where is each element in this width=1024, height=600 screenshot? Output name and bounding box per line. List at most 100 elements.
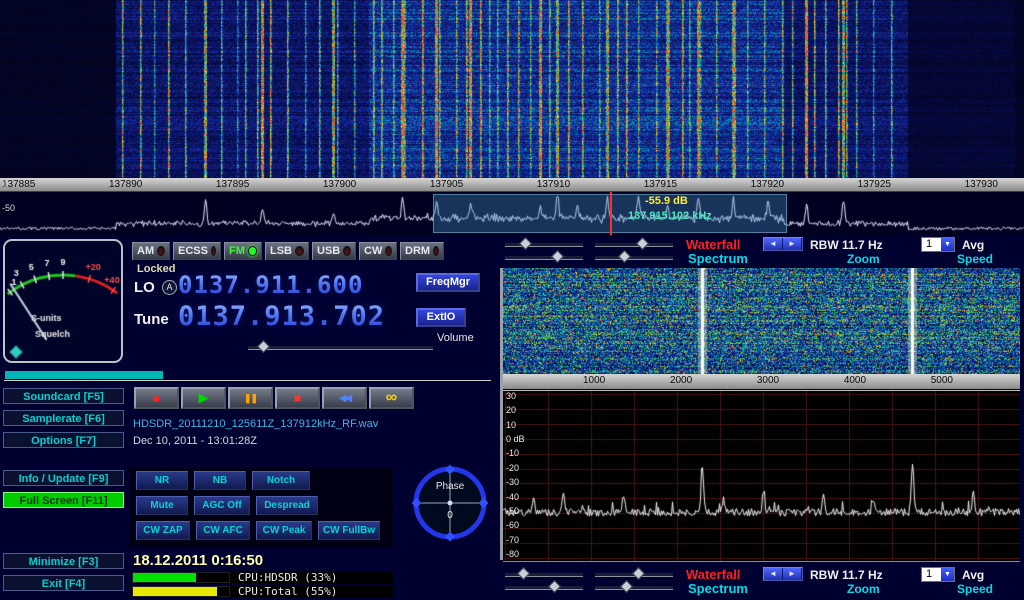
- phase-value: 0: [410, 510, 490, 521]
- brightness-slider[interactable]: [505, 243, 583, 247]
- avg-label: Avg: [962, 568, 984, 582]
- mute-button[interactable]: Mute: [136, 496, 188, 515]
- slider-thumb[interactable]: [636, 237, 649, 250]
- freq-tick: 137910: [537, 179, 570, 191]
- cw-fullbw-button[interactable]: CW FullBw: [318, 521, 380, 540]
- rewind-icon: ◀◀: [339, 393, 350, 404]
- pan-buttons: ◄ ►: [763, 567, 803, 581]
- menu-soundcard[interactable]: Soundcard [F5]: [3, 388, 124, 404]
- freq-tick: 137905: [430, 179, 463, 191]
- phase-dial[interactable]: Phase 0: [410, 463, 490, 547]
- stop-icon: ■: [294, 391, 301, 405]
- min-level-slider[interactable]: [505, 586, 583, 590]
- pause-button[interactable]: ❚❚: [228, 387, 273, 409]
- cw-afc-button[interactable]: CW AFC: [196, 521, 250, 540]
- playback-file-date: Dec 10, 2011 - 13:01:28Z: [133, 435, 257, 447]
- audio-waterfall-display[interactable]: [503, 268, 1020, 374]
- menu-minimize[interactable]: Minimize [F3]: [3, 553, 124, 569]
- scale-tick: 1000: [583, 375, 605, 389]
- rbw-readout: RBW 11.7 Hz: [810, 238, 883, 252]
- pan-left-icon[interactable]: ◄: [764, 238, 783, 250]
- tab-spectrum[interactable]: Spectrum: [688, 251, 748, 266]
- mode-drm[interactable]: DRM: [400, 242, 444, 260]
- menu-fullscreen[interactable]: Full Screen [F11]: [3, 492, 124, 508]
- slider-thumb[interactable]: [551, 250, 564, 263]
- volume-slider-thumb[interactable]: [257, 340, 270, 353]
- audio-frequency-scale[interactable]: 1000 2000 3000 4000 5000: [503, 374, 1020, 389]
- level-bar-track: [4, 369, 491, 381]
- frequency-scale[interactable]: 137885 137890 137895 137900 137905 13791…: [0, 178, 1024, 192]
- lo-label: LO: [134, 279, 155, 296]
- mode-label: AM: [137, 245, 154, 257]
- notch-button[interactable]: Notch: [252, 471, 310, 490]
- slider-thumb[interactable]: [632, 567, 645, 580]
- despread-button[interactable]: Despread: [256, 496, 318, 515]
- freq-tick: 137890: [109, 179, 142, 191]
- tab-waterfall[interactable]: Waterfall: [686, 567, 740, 582]
- mode-am[interactable]: AM: [132, 242, 170, 260]
- mode-led-icon: [157, 246, 165, 256]
- mode-lsb[interactable]: LSB: [265, 242, 309, 260]
- contrast-slider[interactable]: [595, 573, 673, 577]
- mode-usb[interactable]: USB: [312, 242, 356, 260]
- mode-led-icon: [248, 246, 257, 256]
- contrast-slider[interactable]: [595, 243, 673, 247]
- main-waterfall-display[interactable]: [0, 0, 1024, 178]
- slider-thumb[interactable]: [548, 580, 561, 593]
- mode-label: LSB: [270, 245, 292, 257]
- tune-frequency-display[interactable]: 0137.913.702: [178, 301, 385, 332]
- loop-button[interactable]: ∞: [369, 387, 414, 409]
- extio-button[interactable]: ExtIO: [416, 308, 466, 327]
- dropdown-arrow-icon[interactable]: ▼: [941, 568, 954, 581]
- stop-button[interactable]: ■: [275, 387, 320, 409]
- agc-button[interactable]: AGC Off: [194, 496, 250, 515]
- lo-a-badge[interactable]: A: [162, 280, 177, 295]
- menu-options[interactable]: Options [F7]: [3, 432, 124, 448]
- slider-thumb[interactable]: [620, 580, 633, 593]
- audio-waterfall-canvas: [503, 268, 1020, 374]
- zoom-label: Zoom: [847, 252, 880, 266]
- rewind-button[interactable]: ◀◀: [322, 387, 367, 409]
- slider-thumb[interactable]: [519, 237, 532, 250]
- control-panel: Soundcard [F5] Samplerate [F6] Options […: [0, 235, 1024, 600]
- main-spectrum-display[interactable]: -55.9 dB 137.915.102 kHz: [0, 192, 1024, 235]
- mode-cw[interactable]: CW: [359, 242, 397, 260]
- audio-spectrum-display[interactable]: 30 20 10 0 dB -10 -20 -30 -40 -50 -60 -7…: [503, 390, 1020, 562]
- mode-fm[interactable]: FM: [224, 242, 262, 260]
- transport-controls: ● ▶ ❚❚ ■ ◀◀ ∞: [134, 387, 414, 409]
- play-icon: ▶: [199, 390, 209, 406]
- pan-left-icon[interactable]: ◄: [764, 568, 783, 580]
- cpu-total-text: CPU:Total (55%): [238, 585, 337, 598]
- s-meter-face: [5, 241, 121, 361]
- menu-exit[interactable]: Exit [F4]: [3, 575, 124, 591]
- pan-right-icon[interactable]: ►: [783, 238, 802, 250]
- cw-peak-button[interactable]: CW Peak: [256, 521, 312, 540]
- nr-button[interactable]: NR: [136, 471, 188, 490]
- max-level-slider[interactable]: [595, 256, 673, 260]
- menu-info-update[interactable]: Info / Update [F9]: [3, 470, 124, 486]
- min-level-slider[interactable]: [505, 256, 583, 260]
- menu-samplerate[interactable]: Samplerate [F6]: [3, 410, 124, 426]
- lo-frequency-display[interactable]: 0137.911.600: [178, 271, 363, 299]
- freqmgr-button[interactable]: FreqMgr: [416, 273, 480, 292]
- brightness-slider[interactable]: [505, 573, 583, 577]
- slider-thumb[interactable]: [618, 250, 631, 263]
- zoom-select[interactable]: 1 ▼: [921, 237, 955, 252]
- record-button[interactable]: ●: [134, 387, 179, 409]
- max-level-slider[interactable]: [595, 586, 673, 590]
- speed-select[interactable]: 1 ▼: [921, 567, 955, 582]
- volume-slider[interactable]: [248, 346, 433, 350]
- pan-right-icon[interactable]: ►: [783, 568, 802, 580]
- tab-spectrum[interactable]: Spectrum: [688, 581, 748, 596]
- cpu-total-bar: [132, 586, 230, 597]
- slider-thumb[interactable]: [517, 567, 530, 580]
- nb-button[interactable]: NB: [194, 471, 246, 490]
- play-button[interactable]: ▶: [181, 387, 226, 409]
- dropdown-arrow-icon[interactable]: ▼: [941, 238, 954, 251]
- db-axis-tick: -50: [2, 203, 15, 213]
- mode-ecss[interactable]: ECSS: [173, 242, 221, 260]
- cw-zap-button[interactable]: CW ZAP: [136, 521, 190, 540]
- tune-marker: [610, 192, 612, 235]
- tab-waterfall[interactable]: Waterfall: [686, 237, 740, 252]
- cpu-hdsdr-text: CPU:HDSDR (33%): [238, 571, 337, 584]
